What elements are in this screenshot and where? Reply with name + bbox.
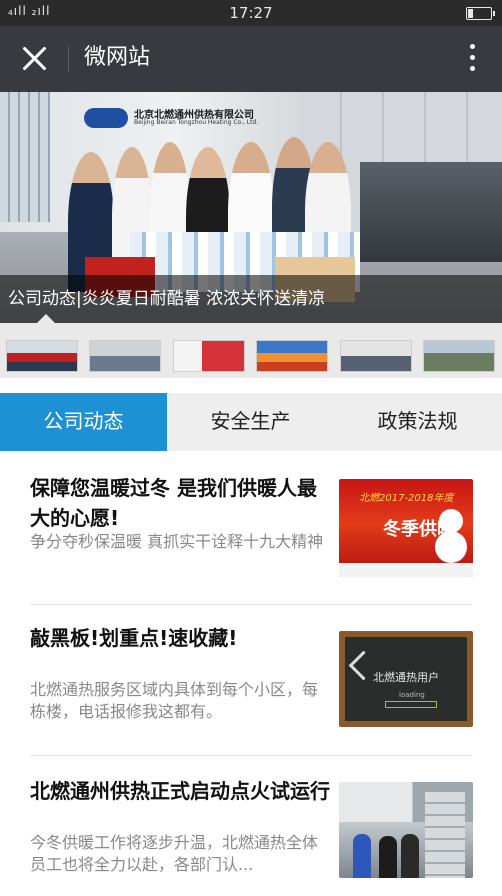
app-bar: 微网站 xyxy=(0,26,502,92)
image-subtext: 北燃2017-2018年度 xyxy=(359,493,454,504)
article-image xyxy=(339,782,473,878)
company-sign: 北京北燃通州供热有限公司 Beijing Beiran Tongzhou Hea… xyxy=(84,106,264,130)
tab-policy-regulation[interactable]: 政策法规 xyxy=(334,393,501,451)
article-image: 北燃2017-2018年度 冬季供暖 xyxy=(339,479,473,577)
hero-caption: 公司动态|炎炎夏日耐酷暑 浓浓关怀送清凉 xyxy=(0,275,502,323)
article-desc: 今冬供暖工作将逐步升温，北燃通热全体员工也将全力以赴，各部门认... xyxy=(30,833,319,874)
article-desc: 北燃通热服务区域内具体到每个小区，每栋楼，电话报修我这都有。 xyxy=(30,680,319,721)
company-logo xyxy=(84,108,128,128)
thumbnail[interactable] xyxy=(6,340,78,372)
snowman-icon xyxy=(439,509,463,533)
article-desc: 争分夺秒保温暖 真抓实干诠释十九大精神 xyxy=(30,532,324,551)
clock: 17:27 xyxy=(229,4,273,22)
page-title: 微网站 xyxy=(84,45,151,70)
more-icon[interactable] xyxy=(468,44,476,74)
article-title: 保障您温暖过冬 是我们供暖人最大的心愿! xyxy=(30,476,317,530)
divider xyxy=(68,46,69,72)
thumbnail-strip xyxy=(0,314,502,378)
active-indicator xyxy=(36,314,56,324)
thumbnail[interactable] xyxy=(173,340,245,372)
category-tabs: 公司动态 安全生产 政策法规 xyxy=(0,393,502,451)
list-item[interactable]: 保障您温暖过冬 是我们供暖人最大的心愿! 争分夺秒保温暖 真抓实干诠释十九大精神… xyxy=(0,451,502,604)
thumbnail[interactable] xyxy=(89,340,161,372)
tab-company-news[interactable]: 公司动态 xyxy=(0,393,167,451)
snowman-body xyxy=(435,531,467,563)
worker xyxy=(379,836,397,878)
worker xyxy=(401,834,419,878)
control-cabinet xyxy=(425,792,465,878)
close-icon[interactable] xyxy=(18,42,50,74)
article-image: 北燃通热用户 loading xyxy=(339,631,473,727)
article-title: 北燃通州供热正式启动点火试运行 xyxy=(30,779,330,803)
article-title: 敲黑板!划重点!速收藏! xyxy=(30,626,238,650)
thumbnail[interactable] xyxy=(256,340,328,372)
hero-banner[interactable]: 北京北燃通州供热有限公司 Beijing Beiran Tongzhou Hea… xyxy=(0,92,502,323)
snow-ground xyxy=(339,563,473,577)
list-item[interactable]: 敲黑板!划重点!速收藏! 北燃通热服务区域内具体到每个小区，每栋楼，电话报修我这… xyxy=(0,605,502,755)
thumbnail[interactable] xyxy=(340,340,412,372)
sign-en: Beijing Beiran Tongzhou Heating Co., Ltd… xyxy=(134,119,259,126)
chalkboard: 北燃通热用户 loading xyxy=(345,637,467,721)
tab-safety-production[interactable]: 安全生产 xyxy=(167,393,334,451)
worker xyxy=(353,834,371,878)
battery-icon xyxy=(466,7,495,20)
image-subtext: loading xyxy=(399,691,425,699)
office-background xyxy=(360,162,502,262)
list-item[interactable]: 北燃通州供热正式启动点火试运行 今冬供暖工作将逐步升温，北燃通热全体员工也将全力… xyxy=(0,756,502,896)
status-bar: ₄ıll ₂ıll 17:27 xyxy=(0,0,502,26)
thumbnail[interactable] xyxy=(423,340,495,372)
loading-bar xyxy=(385,701,437,708)
window-decor xyxy=(0,92,50,222)
